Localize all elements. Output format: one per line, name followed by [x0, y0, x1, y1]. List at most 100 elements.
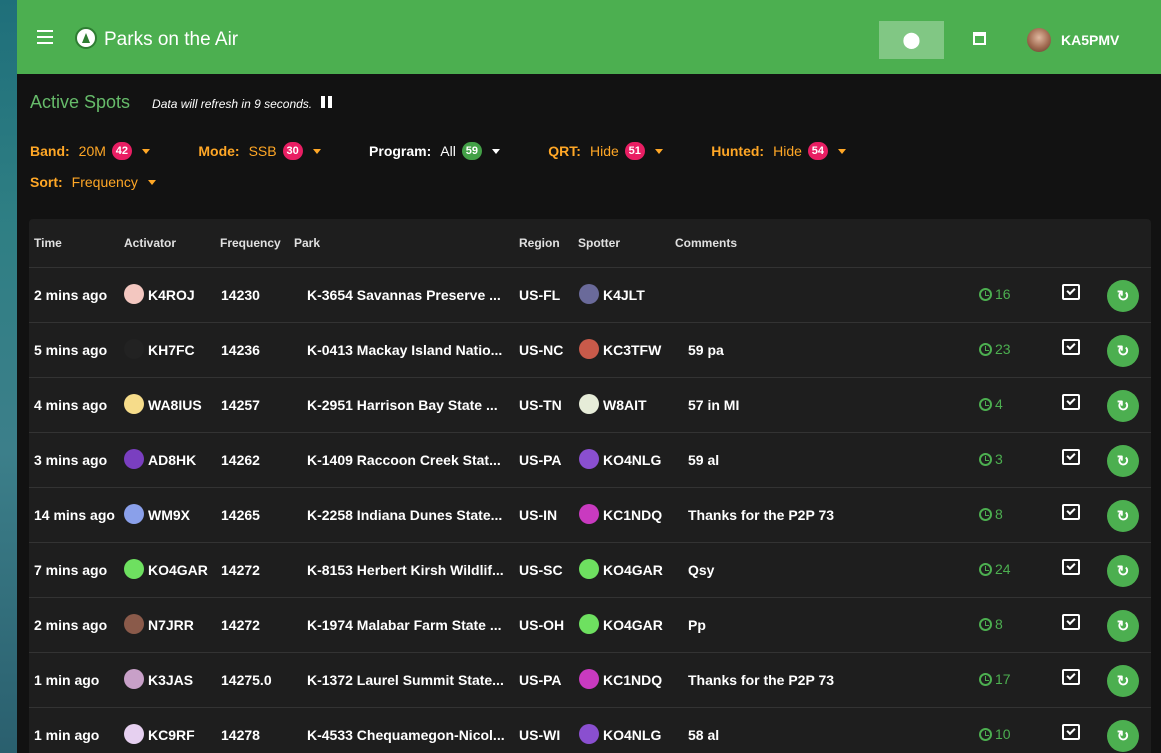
spot-region: US-PA — [519, 672, 562, 688]
sort-filter[interactable]: Sort: Frequency — [30, 174, 156, 190]
table-row[interactable]: 2 mins ago N7JRR 14272 K-1974 Malabar Farm … — [29, 598, 1151, 653]
table-row[interactable]: 1 min ago KC9RF 14278 K-4533 Chequamegon-Ni… — [29, 708, 1151, 753]
activator-callsign[interactable]: N7JRR — [148, 617, 194, 633]
refresh-icon[interactable]: ↻ — [1107, 445, 1139, 477]
table-row[interactable]: 3 mins ago AD8HK 14262 K-1409 Raccoon Creek… — [29, 433, 1151, 488]
spot-history[interactable]: 10 — [979, 726, 1011, 742]
spot-history[interactable]: 4 — [979, 396, 1003, 412]
activator-callsign[interactable]: KH7FC — [148, 342, 195, 358]
park-name[interactable]: K-8153 Herbert Kirsh Wildlif... — [307, 562, 504, 578]
park-name[interactable]: K-1372 Laurel Summit State... — [307, 672, 504, 688]
spot-history[interactable]: 17 — [979, 671, 1011, 687]
column-header-region[interactable]: Region — [519, 236, 560, 250]
location-button[interactable]: ⬤ — [879, 21, 944, 59]
spotter-callsign[interactable]: KC1NDQ — [603, 507, 662, 523]
spotter-callsign[interactable]: W8AIT — [603, 397, 647, 413]
activator-avatar — [124, 504, 144, 524]
spotter-callsign[interactable]: KC3TFW — [603, 342, 661, 358]
program-label: Program: — [369, 143, 432, 159]
spot-comment: 59 al — [688, 452, 720, 468]
qrt-value: Hide — [589, 143, 619, 159]
park-name[interactable]: K-0413 Mackay Island Natio... — [307, 342, 502, 358]
column-header-activator[interactable]: Activator — [124, 236, 176, 250]
spot-history[interactable]: 8 — [979, 506, 1003, 522]
spot-time: 2 mins ago — [34, 287, 108, 303]
spotter-callsign[interactable]: KO4GAR — [603, 617, 663, 633]
program-filter[interactable]: Program: All 59 — [369, 142, 500, 160]
user-avatar[interactable] — [1027, 28, 1051, 52]
calendar-icon[interactable] — [973, 32, 986, 45]
table-row[interactable]: 1 min ago K3JAS 14275.0 K-1372 Laurel Summi… — [29, 653, 1151, 708]
column-header-frequency[interactable]: Frequency — [220, 236, 281, 250]
username[interactable]: KA5PMV — [1061, 32, 1119, 48]
activator-callsign[interactable]: WM9X — [148, 507, 190, 523]
refresh-icon[interactable]: ↻ — [1107, 665, 1139, 697]
table-header: Time Activator Frequency Park Region Spo… — [29, 219, 1151, 268]
spotter-callsign[interactable]: K4JLT — [603, 287, 645, 303]
comment-check-icon[interactable] — [1062, 614, 1080, 630]
refresh-icon[interactable]: ↻ — [1107, 500, 1139, 532]
spot-history[interactable]: 16 — [979, 286, 1011, 302]
qrt-filter[interactable]: QRT: Hide 51 — [548, 142, 663, 160]
refresh-icon[interactable]: ↻ — [1107, 335, 1139, 367]
spotter-callsign[interactable]: KO4NLG — [603, 727, 661, 743]
spot-history[interactable]: 8 — [979, 616, 1003, 632]
table-row[interactable]: 14 mins ago WM9X 14265 K-2258 Indiana Dunes… — [29, 488, 1151, 543]
park-name[interactable]: K-1974 Malabar Farm State ... — [307, 617, 502, 633]
comment-check-icon[interactable] — [1062, 559, 1080, 575]
comment-check-icon[interactable] — [1062, 669, 1080, 685]
band-count-badge: 42 — [111, 142, 132, 160]
table-row[interactable]: 5 mins ago KH7FC 14236 K-0413 Mackay Island… — [29, 323, 1151, 378]
park-name[interactable]: K-2951 Harrison Bay State ... — [307, 397, 498, 413]
refresh-icon[interactable]: ↻ — [1107, 280, 1139, 312]
activator-callsign[interactable]: KC9RF — [148, 727, 195, 743]
refresh-icon[interactable]: ↻ — [1107, 555, 1139, 587]
park-name[interactable]: K-2258 Indiana Dunes State... — [307, 507, 502, 523]
history-count: 23 — [995, 341, 1011, 357]
band-filter[interactable]: Band: 20M 42 — [30, 142, 150, 160]
spot-history[interactable]: 23 — [979, 341, 1011, 357]
spot-frequency: 14272 — [221, 617, 260, 633]
activator-callsign[interactable]: KO4GAR — [148, 562, 208, 578]
spot-history[interactable]: 24 — [979, 561, 1011, 577]
column-header-time[interactable]: Time — [34, 236, 62, 250]
table-row[interactable]: 7 mins ago KO4GAR 14272 K-8153 Herbert Kirs… — [29, 543, 1151, 598]
park-name[interactable]: K-4533 Chequamegon-Nicol... — [307, 727, 505, 743]
activator-callsign[interactable]: K3JAS — [148, 672, 193, 688]
comment-check-icon[interactable] — [1062, 284, 1080, 300]
refresh-countdown: Data will refresh in 9 seconds. — [152, 97, 313, 111]
comment-check-icon[interactable] — [1062, 724, 1080, 740]
spot-comment: Thanks for the P2P 73 — [688, 507, 835, 523]
spot-history[interactable]: 3 — [979, 451, 1003, 467]
column-header-comments[interactable]: Comments — [675, 236, 737, 250]
refresh-icon[interactable]: ↻ — [1107, 390, 1139, 422]
activator-callsign[interactable]: K4ROJ — [148, 287, 195, 303]
spot-frequency: 14257 — [221, 397, 260, 413]
spotter-callsign[interactable]: KC1NDQ — [603, 672, 662, 688]
park-name[interactable]: K-1409 Raccoon Creek Stat... — [307, 452, 501, 468]
table-row[interactable]: 2 mins ago K4ROJ 14230 K-3654 Savannas Pres… — [29, 268, 1151, 323]
mode-filter[interactable]: Mode: SSB 30 — [198, 142, 321, 160]
mode-label: Mode: — [198, 143, 240, 159]
history-count: 3 — [995, 451, 1003, 467]
refresh-icon[interactable]: ↻ — [1107, 720, 1139, 752]
refresh-icon[interactable]: ↻ — [1107, 610, 1139, 642]
spotter-callsign[interactable]: KO4NLG — [603, 452, 661, 468]
spot-time: 7 mins ago — [34, 562, 108, 578]
column-header-park[interactable]: Park — [294, 236, 320, 250]
park-name[interactable]: K-3654 Savannas Preserve ... — [307, 287, 501, 303]
comment-check-icon[interactable] — [1062, 394, 1080, 410]
comment-check-icon[interactable] — [1062, 449, 1080, 465]
comment-check-icon[interactable] — [1062, 339, 1080, 355]
hamburger-icon[interactable] — [37, 30, 53, 44]
hunted-filter[interactable]: Hunted: Hide 54 — [711, 142, 846, 160]
qrt-count-badge: 51 — [624, 142, 645, 160]
table-row[interactable]: 4 mins ago WA8IUS 14257 K-2951 Harrison Bay… — [29, 378, 1151, 433]
activator-callsign[interactable]: AD8HK — [148, 452, 196, 468]
column-header-spotter[interactable]: Spotter — [578, 236, 620, 250]
comment-check-icon[interactable] — [1062, 504, 1080, 520]
activator-callsign[interactable]: WA8IUS — [148, 397, 202, 413]
pause-icon[interactable] — [321, 96, 333, 108]
page-title: Active Spots — [30, 92, 131, 112]
spotter-callsign[interactable]: KO4GAR — [603, 562, 663, 578]
